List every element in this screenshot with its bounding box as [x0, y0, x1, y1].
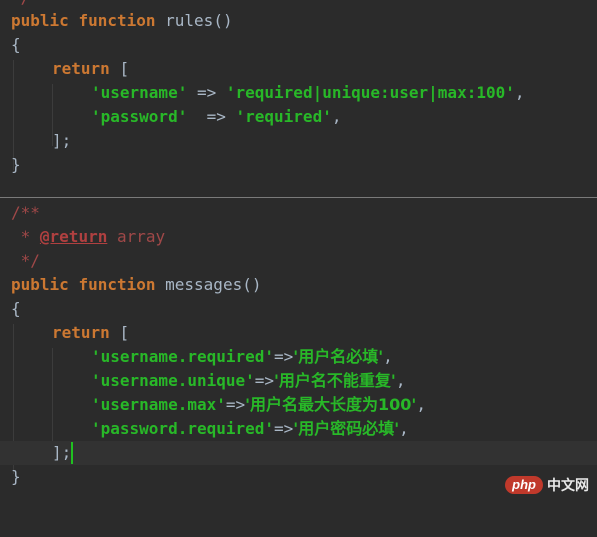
array-key: 'username'	[91, 83, 188, 102]
open-bracket: [	[119, 323, 130, 342]
method-separator	[0, 197, 597, 198]
keyword-return: return	[52, 59, 110, 78]
comma: ,	[395, 371, 406, 390]
array-value: '用户名必填'	[293, 347, 384, 366]
comma: ,	[399, 419, 409, 438]
watermark-text: 中文网	[547, 478, 589, 494]
code-line: */	[0, 249, 597, 273]
array-key: 'username.unique'	[91, 371, 255, 390]
code-line: /**	[0, 201, 597, 225]
code-line: }	[0, 153, 597, 177]
parens: ()	[213, 11, 233, 30]
arrow-operator: =>	[206, 107, 226, 126]
open-bracket: [	[119, 59, 130, 78]
docblock-star: *	[11, 227, 40, 246]
arrow-operator: =>	[196, 83, 217, 102]
code-editor[interactable]: */ public function rules() { return [ 'u…	[0, 0, 597, 503]
docblock-return-tag: @return	[39, 227, 108, 246]
open-brace: {	[11, 35, 21, 54]
comma: ,	[514, 83, 525, 102]
watermark-badge: php	[505, 476, 543, 494]
close-bracket: ];	[52, 131, 72, 150]
arrow-operator: =>	[274, 419, 294, 438]
array-key: 'username.required'	[91, 347, 275, 366]
close-brace: }	[11, 467, 21, 486]
parens: ()	[242, 275, 262, 294]
comma: ,	[331, 107, 342, 126]
code-line[interactable]: ];	[0, 441, 597, 465]
keyword-public: public	[11, 275, 69, 294]
comma: ,	[416, 395, 426, 414]
code-line: {	[0, 33, 597, 57]
code-line: 'username.required'=>'用户名必填',	[0, 345, 597, 369]
code-line: 'username.max'=>'用户名最大长度为100',	[0, 393, 597, 417]
open-brace: {	[11, 299, 21, 318]
array-value: '用户名不能重复'	[274, 371, 396, 390]
keyword-function: function	[78, 11, 156, 30]
array-value: 'required|unique:user|max:100'	[225, 83, 515, 102]
array-key: 'username.max'	[91, 395, 226, 414]
array-value: '用户名最大长度为100'	[245, 395, 417, 414]
close-brace: }	[11, 155, 21, 174]
code-line: {	[0, 297, 597, 321]
docblock-start: /**	[11, 203, 40, 222]
docblock-end: */	[11, 251, 40, 270]
array-value: 'required'	[235, 107, 332, 126]
keyword-return: return	[52, 323, 110, 342]
array-key: 'password'	[91, 107, 188, 126]
arrow-operator: =>	[254, 371, 275, 390]
code-line: ];	[0, 129, 597, 153]
code-line: 'username' => 'required|unique:user|max:…	[0, 81, 597, 105]
comma: ,	[383, 347, 393, 366]
arrow-operator: =>	[225, 395, 246, 414]
code-line: 'username.unique'=>'用户名不能重复',	[0, 369, 597, 393]
keyword-public: public	[11, 11, 69, 30]
code-line: 'password' => 'required',	[0, 105, 597, 129]
code-line: public function rules()	[0, 9, 597, 33]
function-name: rules	[165, 11, 214, 30]
close-bracket: ];	[52, 443, 72, 462]
keyword-function: function	[78, 275, 156, 294]
watermark-logo: php 中文网	[505, 473, 589, 497]
code-line: public function messages()	[0, 273, 597, 297]
function-name: messages	[165, 275, 243, 294]
docblock-type: array	[107, 227, 166, 246]
code-line: * @return array	[0, 225, 597, 249]
code-line: 'password.required'=>'用户密码必填',	[0, 417, 597, 441]
array-value: '用户密码必填'	[293, 419, 400, 438]
text-caret	[71, 442, 73, 464]
arrow-operator: =>	[274, 347, 294, 366]
code-line: return [	[0, 57, 597, 81]
array-key: 'password.required'	[91, 419, 275, 438]
code-line: return [	[0, 321, 597, 345]
